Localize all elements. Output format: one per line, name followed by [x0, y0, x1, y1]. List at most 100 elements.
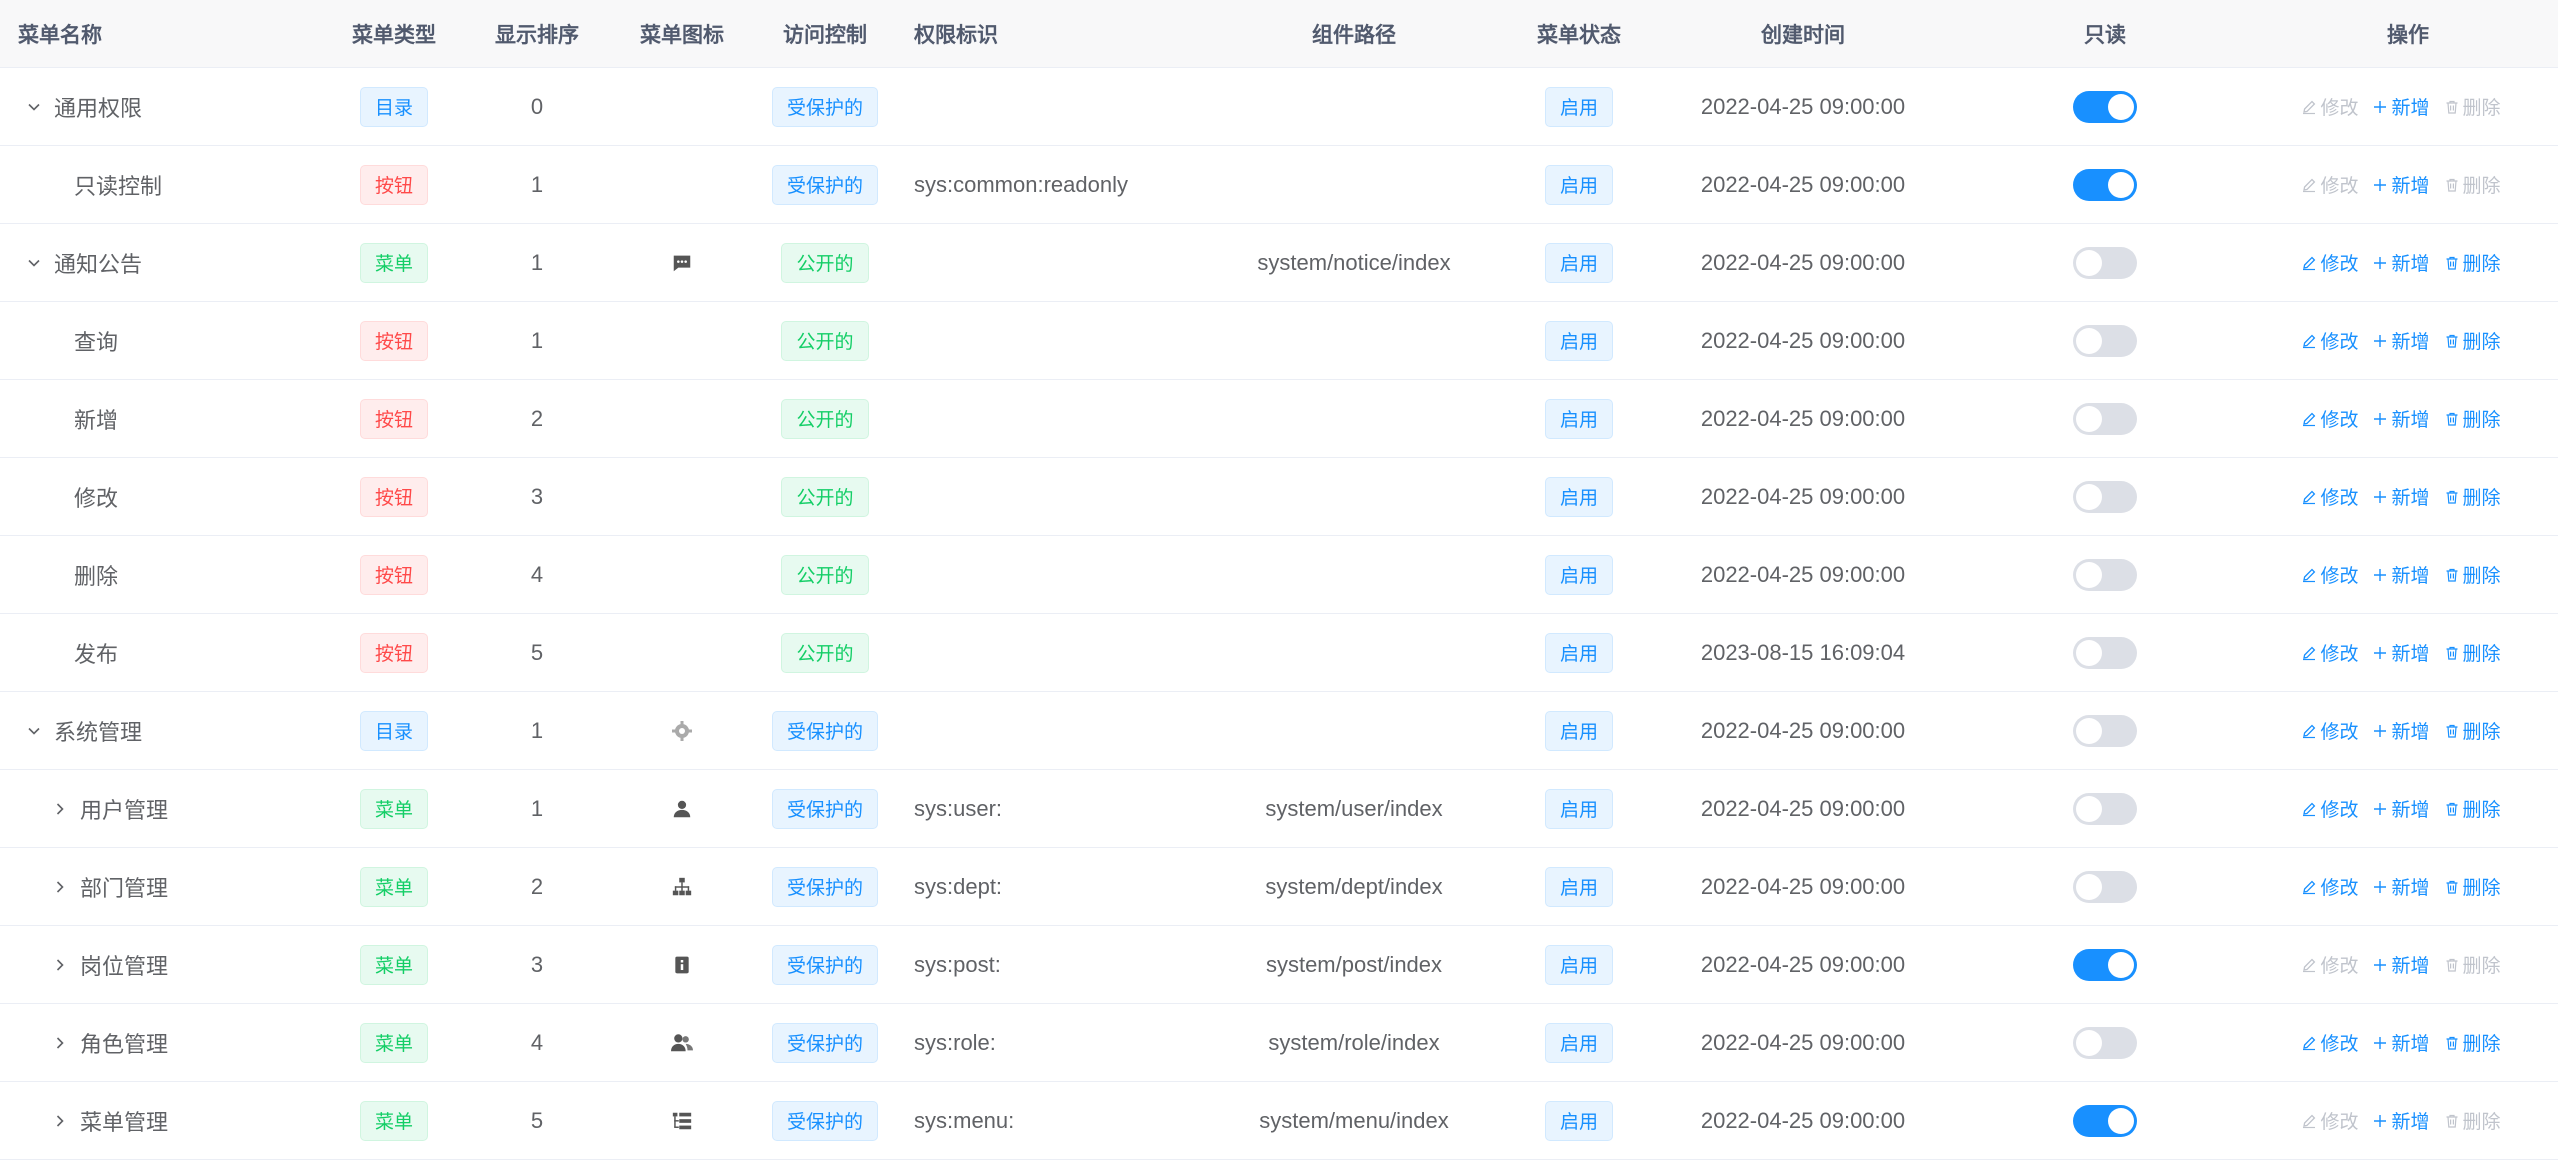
gear-icon: [670, 719, 694, 743]
table-row[interactable]: 通知公告 菜单 1 公开的 system/notice/index 启用 202…: [0, 224, 2558, 302]
readonly-switch[interactable]: [2073, 636, 2137, 669]
readonly-switch[interactable]: [2073, 90, 2137, 123]
table-row[interactable]: 修改 按钮 3 公开的 启用 2022-04-25 09:00:00 修改 新增…: [0, 458, 2558, 536]
collapse-caret-icon[interactable]: [50, 1033, 70, 1053]
expand-caret-icon[interactable]: [24, 253, 44, 273]
delete-button[interactable]: 删除: [2444, 93, 2501, 120]
delete-button[interactable]: 删除: [2444, 327, 2501, 354]
table-row[interactable]: 发布 按钮 5 公开的 启用 2023-08-15 16:09:04 修改 新增…: [0, 614, 2558, 692]
table-row[interactable]: 部门管理 菜单 2 受保护的 sys:dept: system/dept/ind…: [0, 848, 2558, 926]
add-button[interactable]: 新增: [2372, 873, 2430, 900]
readonly-switch[interactable]: [2073, 558, 2137, 591]
readonly-switch[interactable]: [2073, 948, 2137, 981]
delete-button[interactable]: 删除: [2444, 249, 2501, 276]
table-row[interactable]: 查询 按钮 1 公开的 启用 2022-04-25 09:00:00 修改 新增…: [0, 302, 2558, 380]
post-icon: [672, 955, 692, 975]
delete-button[interactable]: 删除: [2444, 951, 2501, 978]
sort-cell: 0: [482, 68, 592, 145]
ops-cell: 修改 新增 删除: [2278, 224, 2538, 301]
edit-button[interactable]: 修改: [2301, 93, 2358, 120]
table-row[interactable]: 角色管理 菜单 4 受保护的 sys:role: system/role/ind…: [0, 1004, 2558, 1082]
sort-value: 2: [530, 405, 544, 431]
readonly-switch[interactable]: [2073, 246, 2137, 279]
delete-button[interactable]: 删除: [2444, 483, 2501, 510]
readonly-switch[interactable]: [2073, 402, 2137, 435]
readonly-switch[interactable]: [2073, 714, 2137, 747]
delete-button[interactable]: 删除: [2444, 639, 2501, 666]
readonly-switch[interactable]: [2073, 1026, 2137, 1059]
add-button[interactable]: 新增: [2372, 483, 2430, 510]
perm-cell: sys:dept:: [914, 848, 1214, 925]
status-badge: 启用: [1544, 242, 1613, 283]
add-button[interactable]: 新增: [2372, 171, 2430, 198]
collapse-caret-icon[interactable]: [50, 799, 70, 819]
readonly-cell: [2052, 770, 2158, 847]
add-button[interactable]: 新增: [2372, 717, 2430, 744]
table-row[interactable]: 删除 按钮 4 公开的 启用 2022-04-25 09:00:00 修改 新增…: [0, 536, 2558, 614]
add-button[interactable]: 新增: [2372, 639, 2430, 666]
delete-button[interactable]: 删除: [2444, 1029, 2501, 1056]
trash-icon: [2444, 567, 2463, 583]
add-button[interactable]: 新增: [2372, 405, 2430, 432]
delete-button[interactable]: 删除: [2444, 561, 2501, 588]
collapse-caret-icon[interactable]: [50, 1111, 70, 1131]
delete-button[interactable]: 删除: [2444, 873, 2501, 900]
edit-button[interactable]: 修改: [2301, 483, 2358, 510]
delete-button[interactable]: 删除: [2444, 795, 2501, 822]
delete-button[interactable]: 删除: [2444, 405, 2501, 432]
edit-button[interactable]: 修改: [2301, 951, 2358, 978]
table-row[interactable]: 系统管理 目录 1 受保护的 启用 2022-04-25 09:00:00 修改…: [0, 692, 2558, 770]
table-row[interactable]: 通用权限 目录 0 受保护的 启用 2022-04-25 09:00:00 修改…: [0, 68, 2558, 146]
table-row[interactable]: 新增 按钮 2 公开的 启用 2022-04-25 09:00:00 修改 新增…: [0, 380, 2558, 458]
menu-icon-cell: [622, 770, 742, 847]
add-button[interactable]: 新增: [2372, 327, 2430, 354]
add-button[interactable]: 新增: [2372, 951, 2430, 978]
readonly-switch[interactable]: [2073, 1104, 2137, 1137]
add-label: 新增: [2391, 488, 2430, 509]
expand-caret-icon[interactable]: [24, 97, 44, 117]
edit-button[interactable]: 修改: [2301, 873, 2358, 900]
delete-button[interactable]: 删除: [2444, 171, 2501, 198]
perm-cell: sys:user:: [914, 770, 1214, 847]
add-button[interactable]: 新增: [2372, 93, 2430, 120]
add-button[interactable]: 新增: [2372, 561, 2430, 588]
readonly-switch[interactable]: [2073, 324, 2137, 357]
edit-button[interactable]: 修改: [2301, 327, 2358, 354]
edit-button[interactable]: 修改: [2301, 639, 2358, 666]
trash-icon: [2444, 801, 2463, 817]
readonly-switch[interactable]: [2073, 480, 2137, 513]
readonly-switch[interactable]: [2073, 792, 2137, 825]
created-time: 2022-04-25 09:00:00: [1700, 249, 1906, 275]
edit-button[interactable]: 修改: [2301, 717, 2358, 744]
table-row[interactable]: 菜单管理 菜单 5 受保护的 sys:menu: system/menu/ind…: [0, 1082, 2558, 1160]
trash-icon: [2444, 723, 2463, 739]
add-button[interactable]: 新增: [2372, 1107, 2430, 1134]
collapse-caret-icon[interactable]: [50, 877, 70, 897]
delete-label: 删除: [2462, 176, 2501, 197]
edit-button[interactable]: 修改: [2301, 795, 2358, 822]
delete-button[interactable]: 删除: [2444, 717, 2501, 744]
edit-button[interactable]: 修改: [2301, 405, 2358, 432]
table-row[interactable]: 岗位管理 菜单 3 受保护的 sys:post: system/post/ind…: [0, 926, 2558, 1004]
table-row[interactable]: 只读控制 按钮 1 受保护的 sys:common:readonly 启用 20…: [0, 146, 2558, 224]
sort-cell: 5: [482, 614, 592, 691]
edit-button[interactable]: 修改: [2301, 561, 2358, 588]
table-row[interactable]: 用户管理 菜单 1 受保护的 sys:user: system/user/ind…: [0, 770, 2558, 848]
menu-type-cell: 按钮: [340, 146, 448, 223]
edit-button[interactable]: 修改: [2301, 1107, 2358, 1134]
delete-button[interactable]: 删除: [2444, 1107, 2501, 1134]
add-button[interactable]: 新增: [2372, 1029, 2430, 1056]
menu-type-cell: 按钮: [340, 380, 448, 457]
created-cell: 2022-04-25 09:00:00: [1660, 458, 1946, 535]
readonly-switch[interactable]: [2073, 168, 2137, 201]
readonly-switch[interactable]: [2073, 870, 2137, 903]
collapse-caret-icon[interactable]: [50, 955, 70, 975]
expand-caret-icon[interactable]: [24, 721, 44, 741]
add-button[interactable]: 新增: [2372, 249, 2430, 276]
edit-button[interactable]: 修改: [2301, 249, 2358, 276]
edit-label: 修改: [2320, 254, 2359, 275]
add-button[interactable]: 新增: [2372, 795, 2430, 822]
edit-button[interactable]: 修改: [2301, 171, 2358, 198]
edit-icon: [2301, 723, 2320, 739]
edit-button[interactable]: 修改: [2301, 1029, 2358, 1056]
